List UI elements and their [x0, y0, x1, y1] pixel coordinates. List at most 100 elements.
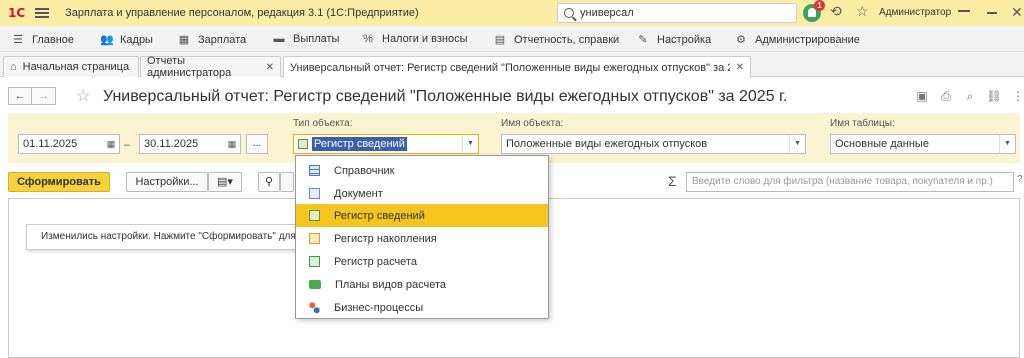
wrench-icon: ✎ [638, 34, 648, 46]
menu-icon: ☰ [13, 34, 23, 46]
print-icon[interactable]: ⎙ [934, 89, 958, 104]
business-process-icon [309, 302, 320, 313]
dropdown-item-business-processes[interactable]: Бизнес-процессы [296, 296, 548, 319]
section-payments[interactable]: ▬ Выплаты [273, 33, 340, 45]
chevron-down-icon[interactable]: ▼ [789, 135, 805, 153]
gear-icon: ⚙ [736, 34, 746, 46]
document-icon [309, 188, 320, 199]
section-label: Главное [32, 33, 75, 46]
section-main[interactable]: ☰ Главное [12, 33, 75, 47]
user-name[interactable]: Администратор [879, 7, 951, 18]
notifications-button[interactable]: 1 [803, 0, 825, 23]
title-bar: 1С Зарплата и управление персоналом, ред… [0, 0, 1024, 26]
tab-label: Отчеты администратора [147, 55, 232, 79]
forward-button[interactable]: → [32, 87, 56, 105]
section-salary[interactable]: ▦ Зарплата [178, 33, 247, 47]
object-type-dropdown: Справочник Документ Регистр сведений Рег… [295, 155, 549, 319]
select-period-button[interactable]: ... [246, 134, 268, 154]
date-to-value: 30.11.2025 [144, 138, 199, 150]
close-tab-icon[interactable]: ✕ [736, 62, 744, 73]
hamburger-menu-icon[interactable] [958, 6, 970, 18]
more-actions-icon[interactable]: ⋮ [1006, 89, 1024, 104]
table-name-value: Основные данные [835, 138, 929, 150]
sections-panel: ☰ Главное 👥 Кадры ▦ Зарплата ▬ Выплаты % Нало… [0, 26, 1024, 52]
variants-button[interactable]: ▤▾ [208, 172, 242, 192]
find-next-button[interactable] [280, 172, 294, 192]
table-name-select[interactable]: Основные данные ▼ [830, 134, 1016, 154]
sum-icon[interactable]: Σ [668, 173, 677, 189]
dropdown-item-calculation-register[interactable]: Регистр расчета [296, 250, 548, 273]
report-variants-icon: ▤▾ [217, 176, 233, 188]
dropdown-item-label: Регистр расчета [334, 255, 417, 268]
tab-universal-report[interactable]: Универсальный отчет: Регистр сведений "П… [283, 56, 751, 78]
favorites-icon[interactable]: ☆ [856, 3, 869, 20]
section-settings[interactable]: ✎ Настройка [637, 33, 711, 47]
help-button[interactable]: ? [1017, 174, 1023, 185]
section-label: Отчетность, справки [514, 33, 620, 46]
main-menu-icon[interactable] [35, 8, 50, 18]
dropdown-item-label: Регистр накопления [334, 232, 437, 245]
history-icon[interactable]: ⟲ [830, 3, 842, 20]
section-label: Зарплата [198, 33, 247, 46]
generate-button[interactable]: Сформировать [8, 172, 110, 192]
dropdown-item-document[interactable]: Документ [296, 182, 548, 205]
object-type-select[interactable]: Регистр сведений ▼ [293, 134, 479, 154]
calculation-register-icon [309, 256, 320, 267]
people-icon: 👥 [100, 34, 114, 46]
app-logo[interactable]: 1С [8, 6, 25, 20]
link-icon[interactable]: ⛓ [982, 89, 1006, 104]
close-tab-icon[interactable]: ✕ [266, 62, 274, 73]
tab-label: Универсальный отчет: Регистр сведений "П… [290, 61, 730, 74]
section-label: Администрирование [755, 33, 860, 46]
add-to-favorites-icon[interactable]: ☆ [76, 86, 90, 106]
tab-home[interactable]: ⌂ Начальная страница [3, 56, 139, 77]
back-button[interactable]: ← [8, 87, 32, 105]
calculator-icon: ▦ [178, 34, 190, 46]
info-register-icon [309, 210, 320, 221]
info-register-icon [298, 139, 308, 149]
notifications-badge: 1 [814, 0, 825, 11]
section-label: Кадры [120, 33, 153, 46]
search-icon [564, 8, 574, 18]
calendar-icon[interactable]: ▦ [224, 135, 240, 153]
calendar-icon[interactable]: ▦ [103, 135, 119, 153]
page-title: Универсальный отчет: Регистр сведений "П… [103, 88, 788, 105]
filter-search-input[interactable]: Введите слово для фильтра (название това… [686, 172, 1014, 192]
navigation-buttons: ← → [8, 87, 56, 105]
object-name-label: Имя объекта: [501, 118, 564, 129]
settings-button[interactable]: Настройки... [126, 172, 208, 192]
chevron-down-icon[interactable]: ▼ [462, 135, 478, 153]
dropdown-item-label: Регистр сведений [334, 209, 425, 222]
close-window-icon[interactable]: ✕ [1011, 4, 1023, 21]
chevron-down-icon[interactable]: ▼ [999, 135, 1015, 153]
find-button[interactable]: ⚲ [258, 172, 280, 192]
section-reports[interactable]: ▤ Отчетность, справки [494, 33, 620, 47]
app-title: Зарплата и управление персоналом, редакц… [65, 7, 419, 19]
home-icon: ⌂ [10, 61, 17, 73]
accumulation-register-icon [309, 233, 320, 244]
minimize-icon[interactable] [987, 12, 997, 14]
form-header-icons: ▣ ⎙ ⌕ ⛓ ⋮ [910, 89, 1024, 104]
object-name-select[interactable]: Положенные виды ежегодных отпусков ▼ [501, 134, 806, 154]
wallet-icon: ▬ [273, 33, 285, 45]
dropdown-item-accumulation-register[interactable]: Регистр накопления [296, 227, 548, 250]
section-taxes[interactable]: % Налоги и взносы [362, 33, 468, 45]
open-windows-bar: ⌂ Начальная страница Отчеты администратор… [0, 53, 1024, 79]
save-icon[interactable]: ▣ [910, 89, 934, 104]
section-label: Налоги и взносы [382, 33, 468, 45]
date-to-field[interactable]: 30.11.2025 ▦ [139, 134, 241, 154]
section-administration[interactable]: ⚙ Администрирование [735, 33, 860, 47]
global-search-input[interactable]: универсал [557, 3, 797, 23]
catalog-icon [309, 165, 320, 176]
tab-admin-reports[interactable]: Отчеты администратора ✕ [140, 55, 281, 79]
dropdown-item-catalog[interactable]: Справочник [296, 159, 548, 182]
dropdown-item-label: Бизнес-процессы [334, 301, 424, 314]
preview-icon[interactable]: ⌕ [958, 89, 982, 104]
period-dash: – [124, 139, 131, 151]
dropdown-item-info-register[interactable]: Регистр сведений [296, 204, 548, 227]
dropdown-item-calc-plans[interactable]: Планы видов расчета [296, 273, 548, 296]
dropdown-item-label: Планы видов расчета [335, 278, 447, 291]
section-hr[interactable]: 👥 Кадры [100, 33, 153, 47]
object-type-value: Регистр сведений [312, 137, 407, 151]
date-from-field[interactable]: 01.11.2025 ▦ [18, 134, 120, 154]
